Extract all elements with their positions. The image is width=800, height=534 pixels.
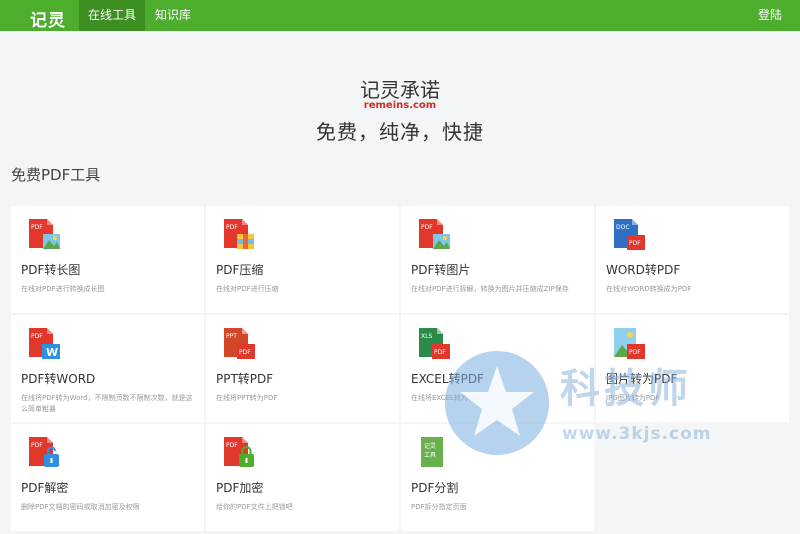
pdf-compress-icon: PDF — [224, 219, 254, 249]
tool-name: PPT转PDF — [216, 372, 274, 386]
tool-description: 给你的PDF文件上把锁吧 — [216, 503, 293, 511]
pdf-decrypt-icon: PDF — [29, 437, 59, 467]
svg-text:PPT: PPT — [226, 333, 237, 340]
tool-description: 在线对PDF进行压缩 — [216, 285, 279, 293]
svg-text:PDF: PDF — [31, 333, 43, 340]
svg-text:W: W — [46, 346, 58, 359]
tool-description: 在线将PPT转为PDF — [216, 394, 278, 402]
logo[interactable]: 记灵 — [30, 6, 66, 31]
tab-knowledge-base[interactable]: 知识库 — [146, 0, 200, 31]
tool-name: PDF转长图 — [21, 263, 81, 277]
svg-text:PDF: PDF — [31, 442, 43, 449]
tool-description: 在线对PDF进行拆解，转换为图片并压缩成ZIP保存 — [411, 285, 569, 293]
tool-name: PDF加密 — [216, 481, 264, 495]
svg-text:XLS: XLS — [421, 333, 432, 340]
svg-text:PDF: PDF — [629, 240, 641, 247]
excel-to-pdf-icon: XLS PDF — [419, 328, 450, 359]
tool-name: WORD转PDF — [606, 263, 681, 277]
svg-text:PDF: PDF — [629, 349, 641, 356]
tool-description: 在线将PDF转为Word，不限制页数不限制次数，就是这么简单粗暴 — [21, 394, 193, 413]
svg-text:记灵: 记灵 — [424, 443, 436, 450]
tool-card-excel-to-pdf[interactable]: XLS PDF EXCEL转PDF 在线将EXCEL转为PDF — [401, 315, 594, 422]
tool-description: 在线对WORD转换成为PDF — [606, 285, 692, 293]
tool-description: JPG图片转为PDF — [606, 394, 660, 402]
pdf-split-icon: 记灵 工具 — [421, 437, 443, 467]
tool-card-word-to-pdf[interactable]: DOC PDF WORD转PDF 在线对WORD转换成为PDF — [596, 206, 789, 313]
pdf-to-word-icon: PDF W — [29, 328, 60, 359]
pdf-to-picture-icon: PDF — [419, 219, 450, 249]
hero-title: 记灵承诺 — [360, 78, 440, 102]
tool-card-pdf-to-word[interactable]: PDF W PDF转WORD 在线将PDF转为Word，不限制页数不限制次数，就… — [11, 315, 204, 422]
ppt-to-pdf-icon: PPT PDF — [224, 328, 255, 359]
tool-card-pdf-split[interactable]: 记灵 工具 PDF分割 PDF拆分指定页面 — [401, 424, 594, 531]
section-title: 免费PDF工具 — [11, 166, 101, 184]
tool-card-pdf-to-picture[interactable]: PDF PDF转图片 在线对PDF进行拆解，转换为图片并压缩成ZIP保存 — [401, 206, 594, 313]
tool-card-ppt-to-pdf[interactable]: PPT PDF PPT转PDF 在线将PPT转为PDF — [206, 315, 399, 422]
tool-grid: PDF PDF转长图 在线对PDF进行转换成长图 PDF PDF压缩 在线对PD… — [11, 206, 790, 532]
login-link[interactable]: 登陆 — [758, 0, 782, 31]
tab-online-tools[interactable]: 在线工具 — [79, 0, 145, 31]
tool-description: 删除PDF文档的密码或取消加密及权限 — [21, 503, 140, 511]
pdf-encrypt-icon: PDF — [224, 437, 254, 467]
svg-text:PDF: PDF — [421, 224, 433, 231]
svg-text:工具: 工具 — [424, 452, 436, 459]
tool-name: PDF转图片 — [411, 263, 471, 277]
tool-name: EXCEL转PDF — [411, 372, 484, 386]
svg-text:PDF: PDF — [226, 442, 238, 449]
tool-description: PDF拆分指定页面 — [411, 503, 467, 511]
word-to-pdf-icon: DOC PDF — [614, 219, 645, 250]
svg-text:PDF: PDF — [31, 224, 43, 231]
tool-name: PDF压缩 — [216, 263, 264, 277]
svg-text:PDF: PDF — [434, 349, 446, 356]
tool-card-pdf-encrypt[interactable]: PDF PDF加密 给你的PDF文件上把锁吧 — [206, 424, 399, 531]
tool-description: 在线将EXCEL转为PDF — [411, 394, 482, 402]
pdf-to-image-icon: PDF — [29, 219, 60, 249]
hero-domain: remeins.com — [363, 100, 437, 111]
tool-name: PDF分割 — [411, 481, 459, 495]
tool-name: 图片转为PDF — [606, 372, 678, 386]
image-to-pdf-icon: PDF — [614, 328, 645, 359]
top-nav-bar: 记灵 在线工具 知识库 登陆 — [0, 0, 800, 31]
svg-text:PDF: PDF — [239, 349, 251, 356]
tool-card-pdf-compress[interactable]: PDF PDF压缩 在线对PDF进行压缩 — [206, 206, 399, 313]
tool-name: PDF解密 — [21, 481, 69, 495]
tool-name: PDF转WORD — [21, 372, 96, 386]
tool-card-image-to-pdf[interactable]: PDF 图片转为PDF JPG图片转为PDF — [596, 315, 789, 422]
svg-text:PDF: PDF — [226, 224, 238, 231]
tool-description: 在线对PDF进行转换成长图 — [21, 285, 105, 293]
hero-slogan: 免费，纯净，快捷 — [316, 120, 484, 144]
tool-card-pdf-to-long-image[interactable]: PDF PDF转长图 在线对PDF进行转换成长图 — [11, 206, 204, 313]
tool-card-pdf-decrypt[interactable]: PDF PDF解密 删除PDF文档的密码或取消加密及权限 — [11, 424, 204, 531]
svg-text:DOC: DOC — [616, 224, 630, 231]
